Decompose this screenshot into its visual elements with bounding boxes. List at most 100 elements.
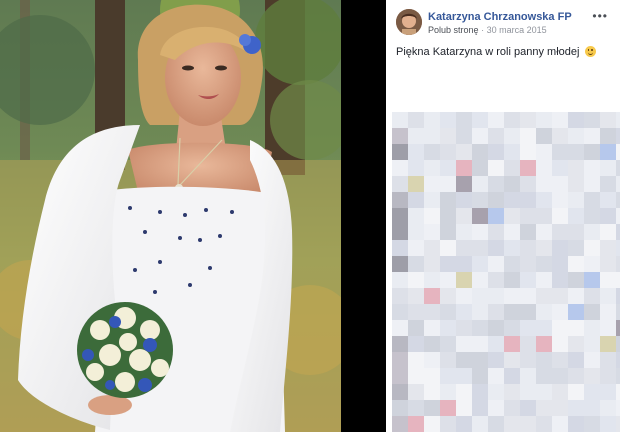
mosaic-cell <box>408 144 424 160</box>
mosaic-cell <box>600 224 616 240</box>
mosaic-cell <box>488 272 504 288</box>
mosaic-cell <box>552 352 568 368</box>
mosaic-cell <box>552 256 568 272</box>
mosaic-cell <box>552 224 568 240</box>
mosaic-cell <box>440 416 456 432</box>
mosaic-cell <box>552 112 568 128</box>
mosaic-cell <box>456 240 472 256</box>
mosaic-cell <box>472 336 488 352</box>
mosaic-cell <box>616 416 620 432</box>
mosaic-cell <box>520 144 536 160</box>
mosaic-cell <box>424 400 440 416</box>
mosaic-cell <box>488 416 504 432</box>
meta-separator: · <box>481 25 485 35</box>
mosaic-cell <box>424 256 440 272</box>
mosaic-cell <box>584 416 600 432</box>
mosaic-cell <box>520 384 536 400</box>
mosaic-cell <box>408 416 424 432</box>
mosaic-cell <box>552 208 568 224</box>
mosaic-cell <box>472 160 488 176</box>
mosaic-cell <box>456 384 472 400</box>
mosaic-cell <box>600 304 616 320</box>
mosaic-cell <box>616 272 620 288</box>
mosaic-cell <box>392 272 408 288</box>
mosaic-cell <box>600 320 616 336</box>
mosaic-cell <box>584 112 600 128</box>
mosaic-cell <box>456 336 472 352</box>
mosaic-cell <box>472 400 488 416</box>
mosaic-cell <box>472 320 488 336</box>
mosaic-cell <box>600 128 616 144</box>
post-photo[interactable] <box>0 0 341 432</box>
photo-divider <box>341 0 386 432</box>
mosaic-cell <box>392 416 408 432</box>
mosaic-cell <box>584 272 600 288</box>
mosaic-cell <box>600 384 616 400</box>
mosaic-cell <box>392 400 408 416</box>
mosaic-cell <box>392 304 408 320</box>
mosaic-cell <box>472 288 488 304</box>
mosaic-cell <box>568 192 584 208</box>
mosaic-cell <box>616 176 620 192</box>
mosaic-cell <box>520 368 536 384</box>
mosaic-cell <box>440 384 456 400</box>
mosaic-cell <box>424 160 440 176</box>
mosaic-cell <box>440 272 456 288</box>
mosaic-cell <box>568 144 584 160</box>
mosaic-cell <box>504 304 520 320</box>
mosaic-cell <box>408 288 424 304</box>
mosaic-cell <box>568 368 584 384</box>
mosaic-cell <box>584 368 600 384</box>
mosaic-cell <box>600 288 616 304</box>
mosaic-cell <box>600 112 616 128</box>
mosaic-cell <box>552 176 568 192</box>
mosaic-cell <box>440 240 456 256</box>
mosaic-cell <box>440 224 456 240</box>
mosaic-cell <box>504 176 520 192</box>
author-avatar[interactable] <box>396 9 422 35</box>
author-name-link[interactable]: Katarzyna Chrzanowska FP <box>428 11 572 23</box>
mosaic-cell <box>456 320 472 336</box>
like-page-link[interactable]: Polub stronę <box>428 25 479 35</box>
mosaic-cell <box>392 240 408 256</box>
mosaic-cell <box>472 352 488 368</box>
mosaic-cell <box>536 400 552 416</box>
mosaic-cell <box>504 128 520 144</box>
mosaic-cell <box>568 320 584 336</box>
mosaic-cell <box>440 160 456 176</box>
more-icon[interactable]: ••• <box>592 9 608 23</box>
mosaic-cell <box>440 368 456 384</box>
mosaic-cell <box>408 224 424 240</box>
mosaic-cell <box>552 336 568 352</box>
mosaic-cell <box>408 192 424 208</box>
mosaic-cell <box>520 272 536 288</box>
mosaic-cell <box>536 240 552 256</box>
mosaic-cell <box>552 400 568 416</box>
mosaic-cell <box>456 256 472 272</box>
mosaic-cell <box>584 192 600 208</box>
mosaic-cell <box>616 240 620 256</box>
mosaic-cell <box>568 176 584 192</box>
mosaic-cell <box>520 400 536 416</box>
mosaic-cell <box>472 304 488 320</box>
mosaic-cell <box>600 368 616 384</box>
mosaic-cell <box>472 256 488 272</box>
mosaic-cell <box>440 352 456 368</box>
mosaic-cell <box>424 224 440 240</box>
mosaic-cell <box>552 272 568 288</box>
mosaic-cell <box>520 240 536 256</box>
mosaic-cell <box>392 128 408 144</box>
mosaic-cell <box>568 112 584 128</box>
mosaic-cell <box>488 192 504 208</box>
mosaic-cell <box>488 128 504 144</box>
mosaic-cell <box>536 256 552 272</box>
mosaic-cell <box>392 208 408 224</box>
mosaic-cell <box>584 144 600 160</box>
mosaic-cell <box>488 256 504 272</box>
mosaic-cell <box>568 352 584 368</box>
post-date[interactable]: 30 marca 2015 <box>487 25 547 35</box>
mosaic-cell <box>408 304 424 320</box>
mosaic-cell <box>568 240 584 256</box>
mosaic-cell <box>408 272 424 288</box>
mosaic-cell <box>536 176 552 192</box>
